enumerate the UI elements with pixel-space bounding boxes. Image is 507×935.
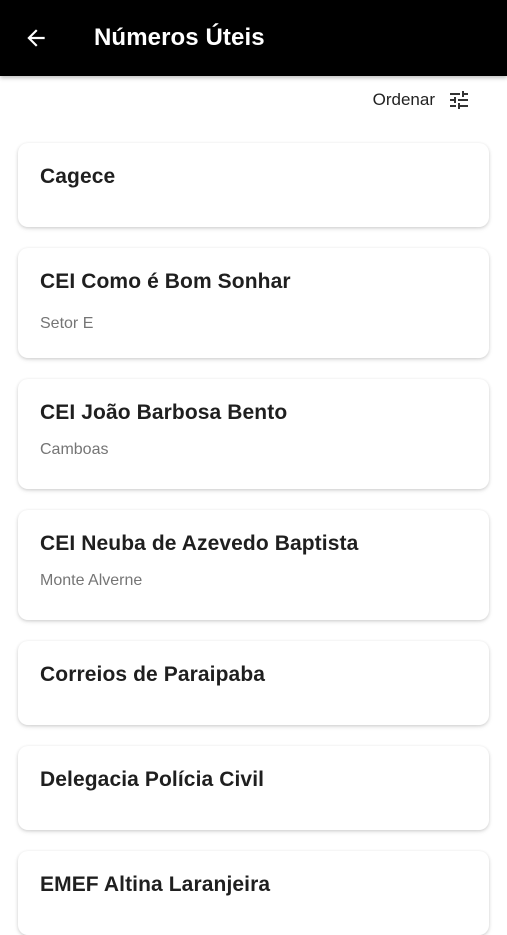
contact-name: Cagece [40, 165, 116, 188]
contact-card[interactable]: Cagece [18, 143, 489, 227]
sort-label: Ordenar [372, 90, 435, 109]
contact-name: Delegacia Polícia Civil [40, 768, 265, 791]
contact-card[interactable]: EMEF Altina Laranjeira [18, 851, 489, 935]
contact-card[interactable]: CEI Como é Bom Sonhar Setor E [18, 248, 489, 358]
contact-card[interactable]: Correios de Paraipaba [18, 641, 489, 725]
contact-location: Monte Alverne [40, 572, 143, 589]
back-button[interactable] [16, 18, 56, 58]
contact-name: CEI João Barbosa Bento [40, 401, 288, 424]
arrow-left-icon [27, 29, 45, 47]
sliders-icon [450, 91, 468, 109]
contact-card[interactable]: Delegacia Polícia Civil [18, 746, 489, 830]
contact-name: EMEF Altina Laranjeira [40, 873, 271, 896]
contact-name: CEI Neuba de Azevedo Baptista [40, 532, 359, 555]
contact-card[interactable]: CEI João Barbosa Bento Camboas [18, 379, 489, 489]
contact-location: Camboas [40, 441, 109, 458]
page-title: Números Úteis [94, 24, 265, 51]
contact-name: CEI Como é Bom Sonhar [40, 270, 291, 293]
contact-card[interactable]: CEI Neuba de Azevedo Baptista Monte Alve… [18, 510, 489, 620]
sort-button[interactable]: Ordenar [373, 86, 471, 114]
contact-name: Correios de Paraipaba [40, 663, 266, 686]
app-bar: Números Úteis [0, 0, 507, 76]
contact-location: Setor E [40, 315, 94, 332]
